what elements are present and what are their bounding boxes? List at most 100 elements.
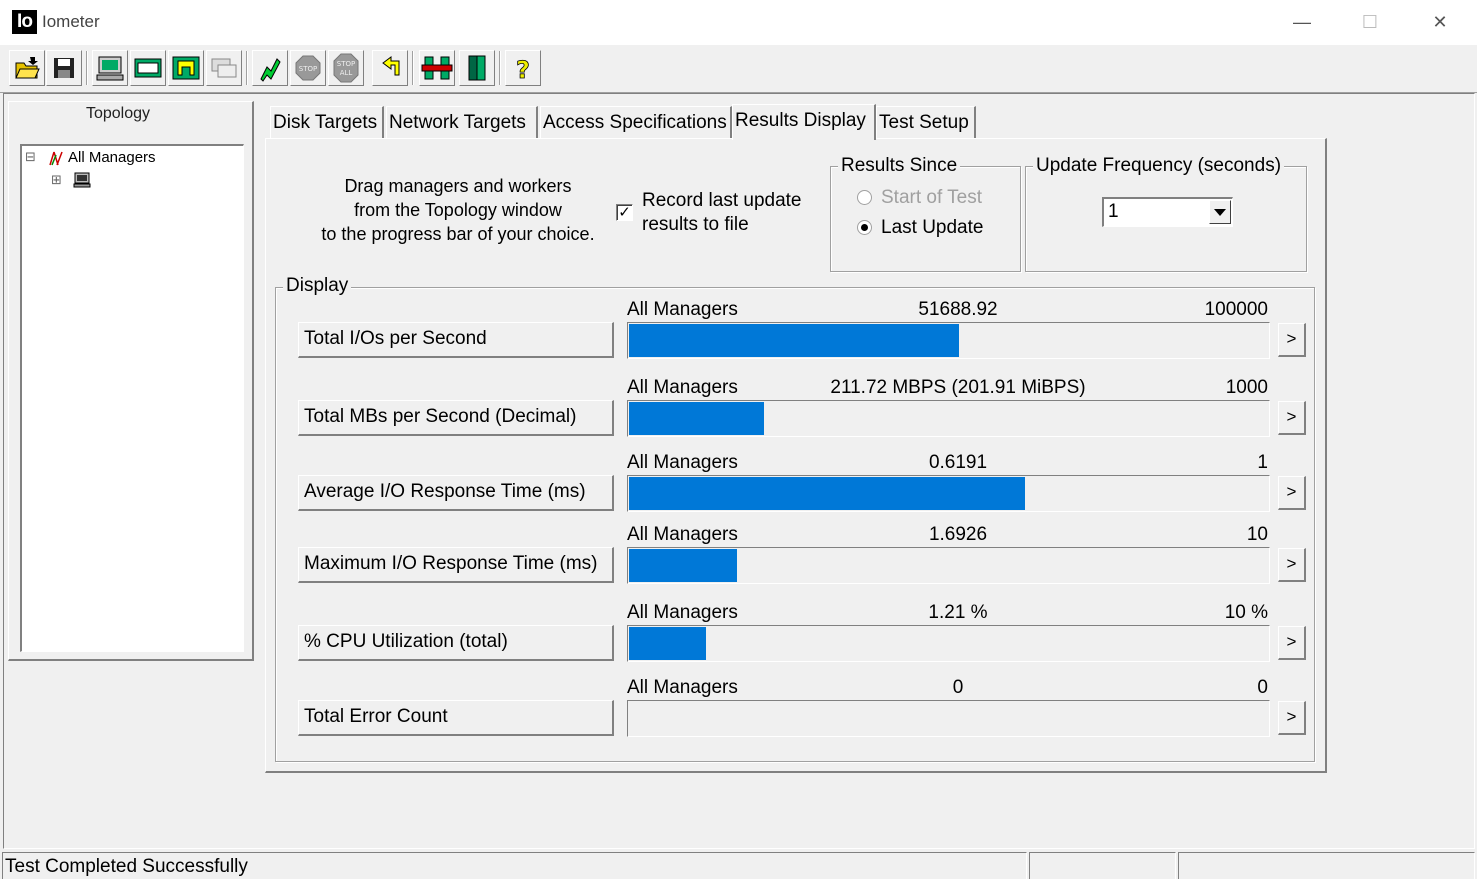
progress-bar[interactable] [627,700,1270,737]
start-tests-icon [260,58,281,82]
reset-workers-icon [382,56,400,76]
metric-source: All Managers [627,299,738,320]
exit-icon [421,56,453,80]
stop-button[interactable]: STOP [290,50,326,86]
metric-select-button[interactable]: Total Error Count [298,700,614,736]
metric-max: 1000 [1225,377,1268,398]
topology-title: Topology [85,105,151,122]
save-disk-icon [54,58,74,78]
show-detail-button[interactable]: > [1278,476,1306,510]
toolbar-separator [499,51,501,85]
metric-value: 211.72 MBPS (201.91 MiBPS) [830,377,1086,398]
save-button[interactable] [46,50,82,86]
tree-item-all-managers[interactable]: All Managers [68,149,156,166]
quit-button[interactable] [459,50,495,86]
metric-select-button[interactable]: % CPU Utilization (total) [298,625,614,661]
help-icon: ? [516,56,531,85]
duplicate-worker-icon [211,58,237,78]
start-tests-button[interactable] [252,50,288,86]
instructions-line-2: from the Topology window [354,200,562,220]
open-button[interactable] [9,50,45,86]
status-message: Test Completed Successfully [5,856,248,877]
exit-button[interactable] [419,50,455,86]
show-detail-button[interactable]: > [1278,548,1306,582]
progress-bar-fill [629,324,959,357]
quit-door-icon [468,55,486,81]
show-detail-button[interactable]: > [1278,401,1306,435]
progress-bar[interactable] [627,322,1270,359]
metric-select-button[interactable]: Average I/O Response Time (ms) [298,475,614,511]
computer-icon [73,172,91,188]
toolbar: STOP STOP ALL ? [0,45,1477,93]
metric-value: 51688.92 [918,299,998,320]
metric-max: 0 [1257,677,1268,698]
tab-access-specifications[interactable]: Access Specifications [540,106,732,138]
show-detail-button[interactable]: > [1278,626,1306,660]
title-bar[interactable] [0,0,1477,45]
open-folder-icon [15,57,40,79]
results-since-title: Results Since [838,155,961,177]
toolbar-separator [86,51,88,85]
check-mark-icon: ✓ [618,204,631,221]
progress-bar[interactable] [627,475,1270,512]
new-manager-button[interactable] [92,50,128,86]
start-of-test-label[interactable]: Start of Test [881,187,982,209]
new-manager-icon [96,56,124,81]
svg-text:?: ? [516,56,530,84]
metric-max: 10 [1246,524,1268,545]
metric-source: All Managers [627,602,738,623]
tab-results-display[interactable]: Results Display [732,104,876,140]
progress-bar[interactable] [627,400,1270,437]
maximize-button[interactable]: ☐ [1350,8,1390,36]
record-results-checkbox[interactable]: ✓ [616,204,633,221]
reset-workers-button[interactable] [372,50,408,86]
status-pane-2 [1029,852,1176,879]
start-of-test-radio[interactable] [857,190,872,205]
progress-bar-fill [629,477,1025,510]
stop-all-button[interactable]: STOP ALL [328,50,364,86]
tab-disk-targets[interactable]: Disk Targets [270,106,384,138]
metric-select-button[interactable]: Total I/Os per Second [298,322,614,358]
minimize-button[interactable]: — [1282,8,1322,36]
close-button[interactable]: ✕ [1420,8,1460,36]
status-pane-3 [1178,852,1475,879]
svg-text:STOP: STOP [337,60,355,68]
status-pane-main: Test Completed Successfully [2,852,1027,879]
progress-bar[interactable] [627,625,1270,662]
metric-max: 10 % [1224,602,1268,623]
tree-expander[interactable]: ⊟ [25,149,36,165]
stop-icon: STOP [295,55,321,81]
tab-network-targets[interactable]: Network Targets [386,106,538,138]
progress-bar[interactable] [627,547,1270,584]
duplicate-worker-button[interactable] [206,50,242,86]
tree-expander[interactable]: ⊞ [51,172,62,188]
record-results-label-line-1[interactable]: Record last update [642,190,802,212]
show-detail-button[interactable]: > [1278,701,1306,735]
dropdown-arrow-button[interactable] [1209,200,1231,224]
metric-value: 1.21 % [928,602,988,623]
last-update-radio[interactable] [857,220,872,235]
new-disk-worker-button[interactable] [130,50,166,86]
metric-source: All Managers [627,377,738,398]
show-detail-button[interactable]: > [1278,323,1306,357]
topology-tree[interactable]: ⊟ All Managers ⊞ [20,144,244,652]
display-title: Display [283,275,352,297]
update-frequency-select[interactable]: 1 [1102,197,1233,227]
last-update-label[interactable]: Last Update [881,217,983,239]
toolbar-separator [412,51,414,85]
metric-value: 0 [952,677,964,698]
update-frequency-value: 1 [1108,201,1119,222]
metric-select-button[interactable]: Maximum I/O Response Time (ms) [298,547,614,583]
metric-select-button[interactable]: Total MBs per Second (Decimal) [298,400,614,436]
radio-selected-dot [861,224,868,231]
metric-source: All Managers [627,524,738,545]
app-logo-icon: Io [12,10,37,34]
record-results-label-line-2[interactable]: results to file [642,214,749,236]
tab-test-setup[interactable]: Test Setup [876,106,976,138]
new-network-worker-button[interactable] [168,50,204,86]
instructions-line-3: to the progress bar of your choice. [321,224,595,244]
metric-value: 0.6191 [928,452,988,473]
help-button[interactable]: ? [505,50,541,86]
chevron-down-icon [1214,209,1226,216]
svg-text:STOP: STOP [299,65,317,73]
